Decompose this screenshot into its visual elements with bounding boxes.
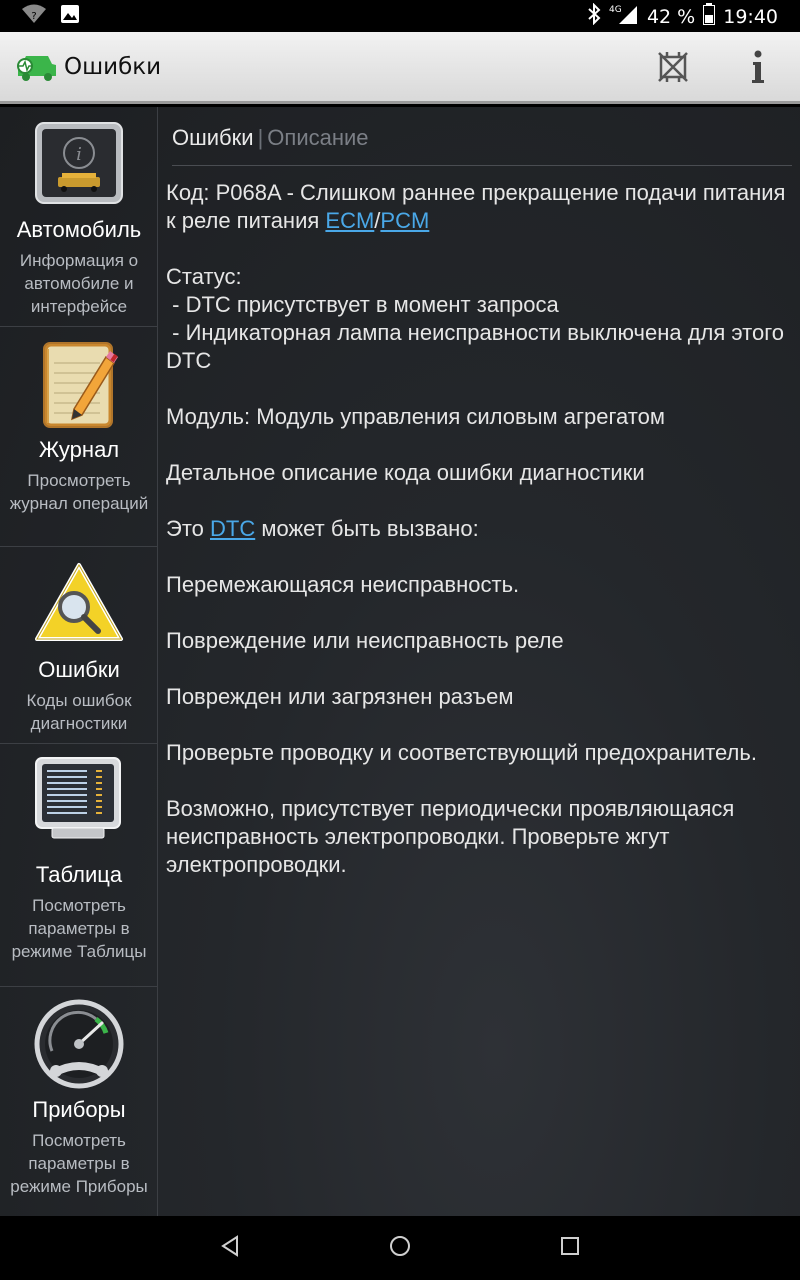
sidebar-item-desc: Просмотреть журнал операций — [9, 471, 149, 513]
recents-square-icon — [559, 1235, 581, 1261]
info-icon — [748, 49, 768, 89]
back-triangle-icon — [219, 1234, 241, 1262]
battery-percent: 42 % — [646, 5, 696, 28]
info-button[interactable] — [737, 48, 779, 90]
sidebar-item-label: Ошибки — [38, 657, 120, 682]
clock: 19:40 — [723, 5, 778, 28]
status-line: - DTC присутствует в момент запроса — [166, 292, 559, 317]
tab-description[interactable]: Описание — [267, 125, 368, 150]
sidebar-item-label: Таблица — [35, 862, 123, 887]
svg-text:4G: 4G — [609, 5, 622, 15]
cause-item: Повреждение или неисправность реле — [166, 628, 564, 653]
image-notification-icon — [60, 4, 80, 28]
sidebar-item-desc: Коды ошибок диагностики — [26, 691, 132, 733]
status-line: - Индикаторная лампа неисправности выклю… — [166, 320, 791, 373]
module-line: Модуль: Модуль управления силовым агрега… — [166, 404, 665, 429]
signal-icon: 4G — [609, 3, 639, 30]
svg-text:i: i — [76, 144, 82, 165]
tab-bar: Ошибки | Описание — [172, 125, 369, 151]
status-title: Статус: — [166, 264, 242, 289]
svg-text:?: ? — [31, 11, 36, 22]
cause-intro: Это DTC может быть вызвано: — [166, 516, 479, 541]
monitor-table-icon — [34, 756, 124, 846]
wifi-question-icon: ? — [22, 4, 46, 28]
battery-icon — [703, 3, 716, 30]
action-bar: Ошибки — [0, 32, 800, 104]
content-area: i Автомобиль Информация о автомобиле и и… — [0, 107, 800, 1216]
sidebar-item-label: Приборы — [32, 1097, 126, 1122]
navigation-bar — [0, 1216, 800, 1280]
sidebar-item-table[interactable]: Таблица Посмотреть параметры в режиме Та… — [0, 744, 157, 987]
disconnect-button[interactable] — [652, 48, 694, 90]
advice-item: Возможно, присутствует периодически проя… — [166, 796, 735, 877]
sidebar-item-vehicle[interactable]: i Автомобиль Информация о автомобиле и и… — [0, 107, 157, 327]
link-dtc[interactable]: DTC — [210, 516, 255, 541]
sidebar: i Автомобиль Информация о автомобиле и и… — [0, 107, 158, 1216]
tab-divider — [172, 165, 792, 166]
sidebar-item-desc: Посмотреть параметры в режиме Таблицы — [11, 896, 147, 961]
advice-item: Проверьте проводку и соответствующий пре… — [166, 740, 757, 765]
page-title: Ошибки — [64, 54, 162, 80]
car-info-icon: i — [34, 121, 124, 211]
back-button[interactable] — [212, 1230, 248, 1266]
recents-button[interactable] — [552, 1230, 588, 1266]
warning-magnifier-icon — [34, 561, 124, 651]
cause-item: Поврежден или загрязнен разъем — [166, 684, 514, 709]
notepad-icon — [34, 339, 124, 429]
tab-errors[interactable]: Ошибки — [172, 125, 254, 150]
status-bar: ? 4G 42 % 19:40 — [0, 0, 800, 32]
home-button[interactable] — [382, 1230, 418, 1266]
gauge-icon — [34, 999, 124, 1089]
link-pcm[interactable]: PCM — [380, 208, 429, 233]
detail-title: Детальное описание кода ошибки диагности… — [166, 460, 645, 485]
link-ecm[interactable]: ECM — [325, 208, 374, 233]
sidebar-item-errors[interactable]: Ошибки Коды ошибок диагностики — [0, 547, 157, 744]
cause-item: Перемежающаяся неисправность. — [166, 572, 520, 597]
tab-separator: | — [257, 125, 264, 150]
sidebar-item-log[interactable]: Журнал Просмотреть журнал операций — [0, 327, 157, 547]
bluetooth-icon — [587, 2, 601, 30]
sidebar-item-label: Автомобиль — [16, 217, 142, 242]
error-code-line: Код: P068A - Слишком раннее прекращение … — [166, 180, 786, 233]
sidebar-item-desc: Посмотреть параметры в режиме Приборы — [10, 1131, 148, 1196]
home-circle-icon — [388, 1234, 412, 1262]
sidebar-item-desc: Информация о автомобиле и интерфейсе — [19, 251, 139, 316]
sidebar-item-gauges[interactable]: Приборы Посмотреть параметры в режиме Пр… — [0, 987, 157, 1216]
sidebar-item-label: Журнал — [38, 437, 120, 462]
error-description: Код: P068A - Слишком раннее прекращение … — [166, 179, 796, 907]
app-logo-icon — [14, 52, 60, 88]
disconnect-icon — [655, 49, 691, 89]
